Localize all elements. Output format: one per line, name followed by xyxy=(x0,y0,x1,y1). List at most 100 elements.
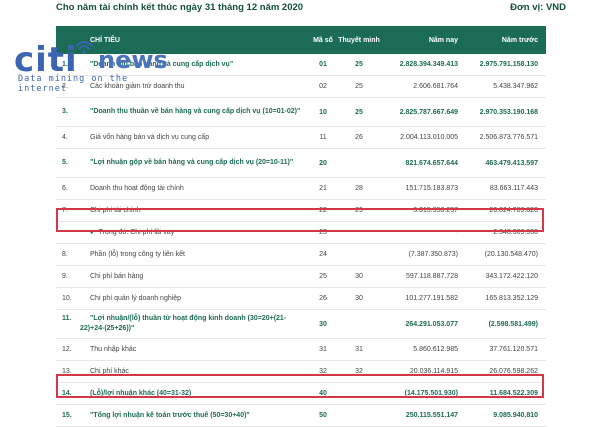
row-thuyet-minh: 26 xyxy=(336,126,382,149)
row-name: 12. Thu nhập khác xyxy=(56,338,310,361)
row-thuyet-minh: 30 xyxy=(336,287,382,310)
row-label: Chi phí quản lý doanh nghiệp xyxy=(90,294,182,302)
logo-text-news: news xyxy=(98,46,168,74)
row-nam-truoc: 2.975.791.158.130 xyxy=(466,54,546,76)
row-nam-truoc: 5.438.347.962 xyxy=(466,75,546,98)
row-thuyet-minh: 30 xyxy=(336,265,382,288)
row-name: 15. "Tổng lợi nhuận kế toán trước thuế (5… xyxy=(56,404,310,427)
row-label: "Tổng lợi nhuận kế toán trước thuế (50=3… xyxy=(90,411,250,419)
row-nam-truoc: (20.130.548.470) xyxy=(466,243,546,266)
col-header-thuyet-minh: Thuyết minh xyxy=(338,36,380,44)
row-name: 9. Chi phí bán hàng xyxy=(56,265,310,288)
row-nam-nay: 264.291.053.077 xyxy=(382,309,466,339)
row-ma-so: 01 xyxy=(310,54,336,76)
row-nam-nay: 2.004.113.010.005 xyxy=(382,126,466,149)
row-nam-nay: 2.825.787.667.649 xyxy=(382,97,466,127)
table-row: 4. Giá vốn hàng bán và dịch vụ cung cấp 11… xyxy=(56,126,546,149)
row-nam-nay: 2.828.394.349.413 xyxy=(382,54,466,76)
logo-tagline: Data mining on the internet xyxy=(18,74,129,94)
row-name: 5. "Lợi nhuận gộp về bán hàng và cung cấp… xyxy=(56,148,310,178)
table-row: 9. Chi phí bán hàng 25 30 597.118.887.728 343… xyxy=(56,265,546,288)
row-nam-truoc: 463.479.413.597 xyxy=(466,148,546,178)
table-row: 11. "Lợi nhuận/(lỗ) thuần từ hoạt động ki… xyxy=(56,309,546,339)
report-title: Cho năm tài chính kết thúc ngày 31 tháng… xyxy=(56,2,304,13)
table-row: 6. Doanh thu hoạt động tài chính 21 28 151.7… xyxy=(56,177,546,200)
row-thuyet-minh: 31 xyxy=(336,338,382,361)
row-ma-so: 20 xyxy=(310,148,336,178)
row-thuyet-minh xyxy=(336,404,382,427)
row-ma-so: 50 xyxy=(310,404,336,427)
col-header-nam-truoc: Năm trước xyxy=(501,36,538,44)
row-ma-so: 31 xyxy=(310,338,336,361)
row-label: Thu nhập khác xyxy=(90,345,137,353)
table-row: 15. "Tổng lợi nhuận kế toán trước thuế (5… xyxy=(56,404,546,427)
row-index: 11. xyxy=(62,315,72,322)
row-thuyet-minh xyxy=(336,148,382,178)
row-thuyet-minh: 25 xyxy=(336,54,382,76)
report-header: Cho năm tài chính kết thúc ngày 31 tháng… xyxy=(0,0,600,18)
row-nam-nay: 2.606.681.764 xyxy=(382,75,466,98)
row-nam-nay: 101.277.191.582 xyxy=(382,287,466,310)
row-index: 6. xyxy=(62,184,68,192)
row-name: 4. Giá vốn hàng bán và dịch vụ cung cấp xyxy=(56,126,310,149)
row-label: Chi phí bán hàng xyxy=(90,272,144,280)
row-nam-truoc: 165.813.352.129 xyxy=(466,287,546,310)
row-thuyet-minh: 25 xyxy=(336,97,382,127)
currency-unit: Đơn vị: VND xyxy=(510,2,566,13)
table-row: 8. Phần (lỗ) trong công ty liên kết 24 (7.3… xyxy=(56,243,546,266)
row-index: 9. xyxy=(62,272,68,280)
row-index: 8. xyxy=(62,250,68,258)
row-name: 10. Chi phí quản lý doanh nghiệp xyxy=(56,287,310,310)
row-ma-so: 11 xyxy=(310,126,336,149)
row-index: 15. xyxy=(62,411,72,419)
row-label: Doanh thu hoạt động tài chính xyxy=(90,184,184,192)
row-label: Giá vốn hàng bán và dịch vụ cung cấp xyxy=(90,133,210,141)
table-row: 3. "Doanh thu thuần về bán hàng và cung c… xyxy=(56,97,546,127)
row-nam-truoc: 9.085.940.810 xyxy=(466,404,546,427)
row-label: "Lợi nhuận gộp về bán hàng và cung cấp d… xyxy=(90,159,294,166)
row-index: 4. xyxy=(62,133,68,141)
row-name: 11. "Lợi nhuận/(lỗ) thuần từ hoạt động ki… xyxy=(56,309,310,339)
row-ma-so: 24 xyxy=(310,243,336,266)
table-row: 10. Chi phí quản lý doanh nghiệp 26 30 101.2… xyxy=(56,287,546,310)
row-thuyet-minh: 25 xyxy=(336,75,382,98)
signal-icon xyxy=(75,41,93,54)
row-ma-so: 25 xyxy=(310,265,336,288)
row-thuyet-minh xyxy=(336,309,382,339)
table-row: 5. "Lợi nhuận gộp về bán hàng và cung cấp… xyxy=(56,148,546,178)
row-index: 10. xyxy=(62,294,72,302)
row-name: 6. Doanh thu hoạt động tài chính xyxy=(56,177,310,200)
row-index: 3. xyxy=(62,108,68,115)
row-ma-so: 02 xyxy=(310,75,336,98)
watermark-logo: citi news Data mining on the internet xyxy=(14,40,174,94)
row-label: "Lợi nhuận/(lỗ) thuần từ hoạt động kinh … xyxy=(80,315,287,332)
row-nam-truoc: 37.761.120.571 xyxy=(466,338,546,361)
row-name: 8. Phần (lỗ) trong công ty liên kết xyxy=(56,243,310,266)
col-header-ma-so: Mã số xyxy=(313,36,333,44)
row-nam-truoc: 343.172.422.120 xyxy=(466,265,546,288)
row-thuyet-minh xyxy=(336,243,382,266)
row-nam-nay: 5.860.612.985 xyxy=(382,338,466,361)
row-thuyet-minh: 28 xyxy=(336,177,382,200)
row-name: 3. "Doanh thu thuần về bán hàng và cung c… xyxy=(56,97,310,127)
row-nam-truoc: 2.970.353.190.168 xyxy=(466,97,546,127)
row-index: 12. xyxy=(62,345,72,353)
row-nam-truoc: (2.598.581.499) xyxy=(466,309,546,339)
row-label: "Doanh thu thuần về bán hàng và cung cấp… xyxy=(90,108,301,115)
col-header-nam-nay: Năm nay xyxy=(428,36,458,44)
row-nam-nay: 151.715.183.873 xyxy=(382,177,466,200)
highlight-profit-before-tax xyxy=(56,374,544,398)
row-nam-truoc: 83.663.117.443 xyxy=(466,177,546,200)
row-ma-so: 26 xyxy=(310,287,336,310)
row-ma-so: 10 xyxy=(310,97,336,127)
row-nam-nay: (7.387.350.873) xyxy=(382,243,466,266)
row-nam-nay: 597.118.887.728 xyxy=(382,265,466,288)
row-index: 5. xyxy=(62,159,68,166)
highlight-interest-expense xyxy=(56,208,544,232)
row-nam-nay: 821.674.657.644 xyxy=(382,148,466,178)
row-ma-so: 21 xyxy=(310,177,336,200)
row-ma-so: 30 xyxy=(310,309,336,339)
row-nam-truoc: 2.506.873.776.571 xyxy=(466,126,546,149)
row-nam-nay: 250.115.551.147 xyxy=(382,404,466,427)
table-row: 12. Thu nhập khác 31 31 5.860.612.985 37.761.… xyxy=(56,338,546,361)
